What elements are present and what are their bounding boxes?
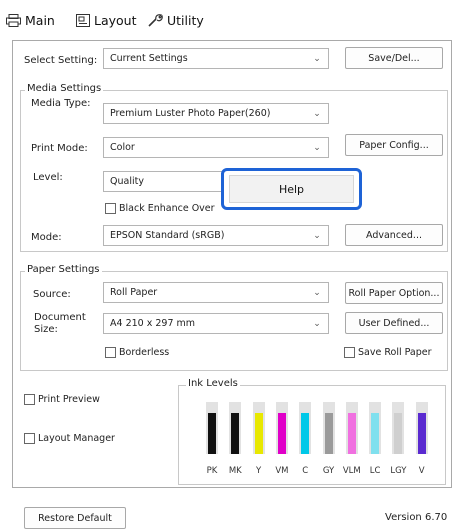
chevron-down-icon: ⌄ xyxy=(313,108,321,119)
chevron-down-icon: ⌄ xyxy=(313,142,321,153)
document-size-dropdown[interactable]: A4 210 x 297 mm ⌄ xyxy=(103,313,329,334)
black-enhance-label: Black Enhance Over xyxy=(119,203,215,214)
tab-main[interactable]: Main xyxy=(6,13,55,28)
paper-settings-title: Paper Settings xyxy=(25,264,102,275)
media-type-label: Media Type: xyxy=(31,98,91,109)
print-mode-label: Print Mode: xyxy=(31,143,88,154)
checkbox-box xyxy=(105,347,116,358)
checkbox-box xyxy=(344,347,355,358)
ink-code-label: MK xyxy=(228,466,242,476)
layout-icon xyxy=(76,14,90,27)
document-size-label-line1: Document xyxy=(34,312,86,323)
ink-level-bar-y xyxy=(254,413,263,454)
roll-paper-option-button[interactable]: Roll Paper Option... xyxy=(345,282,443,304)
ink-code-label: Y xyxy=(255,466,262,476)
tab-utility-label: Utility xyxy=(167,13,204,28)
borderless-label: Borderless xyxy=(119,347,170,358)
source-value: Roll Paper xyxy=(110,287,158,298)
select-setting-value: Current Settings xyxy=(110,53,188,64)
wrench-icon xyxy=(148,14,163,27)
context-menu: Help xyxy=(221,168,362,210)
tab-layout[interactable]: Layout xyxy=(76,13,137,28)
media-type-value: Premium Luster Photo Paper(260) xyxy=(110,108,271,119)
print-preview-checkbox[interactable]: Print Preview xyxy=(24,394,100,405)
ink-levels-title: Ink Levels xyxy=(186,378,240,389)
chevron-down-icon: ⌄ xyxy=(313,318,321,329)
black-enhance-overcoat-checkbox[interactable]: Black Enhance Over xyxy=(105,203,215,214)
mode-value: EPSON Standard (sRGB) xyxy=(110,230,225,241)
document-size-label-line2: Size: xyxy=(34,324,58,335)
checkbox-box xyxy=(24,433,35,444)
ink-code-label: GY xyxy=(322,466,335,476)
version-label: Version 6.70 xyxy=(385,512,448,523)
ink-code-label: VM xyxy=(275,466,289,476)
layout-manager-label: Layout Manager xyxy=(38,433,115,444)
advanced-button[interactable]: Advanced... xyxy=(345,224,443,246)
chevron-down-icon: ⌄ xyxy=(313,53,321,64)
ink-level-bar-c xyxy=(301,413,310,454)
restore-default-button[interactable]: Restore Default xyxy=(24,507,126,529)
mode-dropdown[interactable]: EPSON Standard (sRGB) ⌄ xyxy=(103,225,329,246)
help-menu-item[interactable]: Help xyxy=(229,175,354,203)
print-preview-label: Print Preview xyxy=(38,394,100,405)
level-label: Level: xyxy=(33,172,63,183)
ink-code-label: VLM xyxy=(342,466,361,476)
tab-main-label: Main xyxy=(25,13,55,28)
ink-code-label: PK xyxy=(206,466,218,476)
tab-utility[interactable]: Utility xyxy=(147,13,204,28)
user-defined-button[interactable]: User Defined... xyxy=(345,312,443,334)
chevron-down-icon: ⌄ xyxy=(313,230,321,241)
select-setting-dropdown[interactable]: Current Settings ⌄ xyxy=(103,48,329,69)
print-mode-value: Color xyxy=(110,142,135,153)
select-setting-label: Select Setting: xyxy=(24,55,98,66)
ink-level-bar-pk xyxy=(208,413,216,454)
ink-level-bar-mk xyxy=(231,413,240,454)
chevron-down-icon: ⌄ xyxy=(313,287,321,298)
tab-layout-label: Layout xyxy=(94,13,137,28)
paper-config-button[interactable]: Paper Config... xyxy=(345,134,443,156)
save-del-button[interactable]: Save/Del... xyxy=(345,47,443,69)
borderless-checkbox[interactable]: Borderless xyxy=(105,347,169,358)
ink-code-label: C xyxy=(302,466,309,476)
ink-level-bar-gy xyxy=(324,413,333,454)
ink-level-bar-lc xyxy=(371,413,380,454)
ink-code-label: LC xyxy=(369,466,381,476)
mode-label: Mode: xyxy=(31,232,62,243)
save-roll-paper-checkbox[interactable]: Save Roll Paper xyxy=(344,347,432,358)
layout-manager-checkbox[interactable]: Layout Manager xyxy=(24,433,115,444)
ink-level-bar-v xyxy=(417,413,426,454)
media-settings-title: Media Settings xyxy=(25,83,104,94)
printer-icon xyxy=(6,14,21,27)
media-type-dropdown[interactable]: Premium Luster Photo Paper(260) ⌄ xyxy=(103,103,329,124)
source-dropdown[interactable]: Roll Paper ⌄ xyxy=(103,282,329,303)
ink-level-bar-vlm xyxy=(347,413,356,454)
document-size-value: A4 210 x 297 mm xyxy=(110,318,196,329)
checkbox-box xyxy=(105,203,116,214)
checkbox-box xyxy=(24,394,35,405)
ink-code-label: LGY xyxy=(390,466,407,476)
source-label: Source: xyxy=(33,289,71,300)
print-mode-dropdown[interactable]: Color ⌄ xyxy=(103,137,329,158)
save-roll-paper-label: Save Roll Paper xyxy=(358,347,432,358)
ink-code-label: V xyxy=(418,466,425,476)
ink-level-bar-lgy xyxy=(394,413,403,454)
ink-level-bar-vm xyxy=(277,413,286,454)
